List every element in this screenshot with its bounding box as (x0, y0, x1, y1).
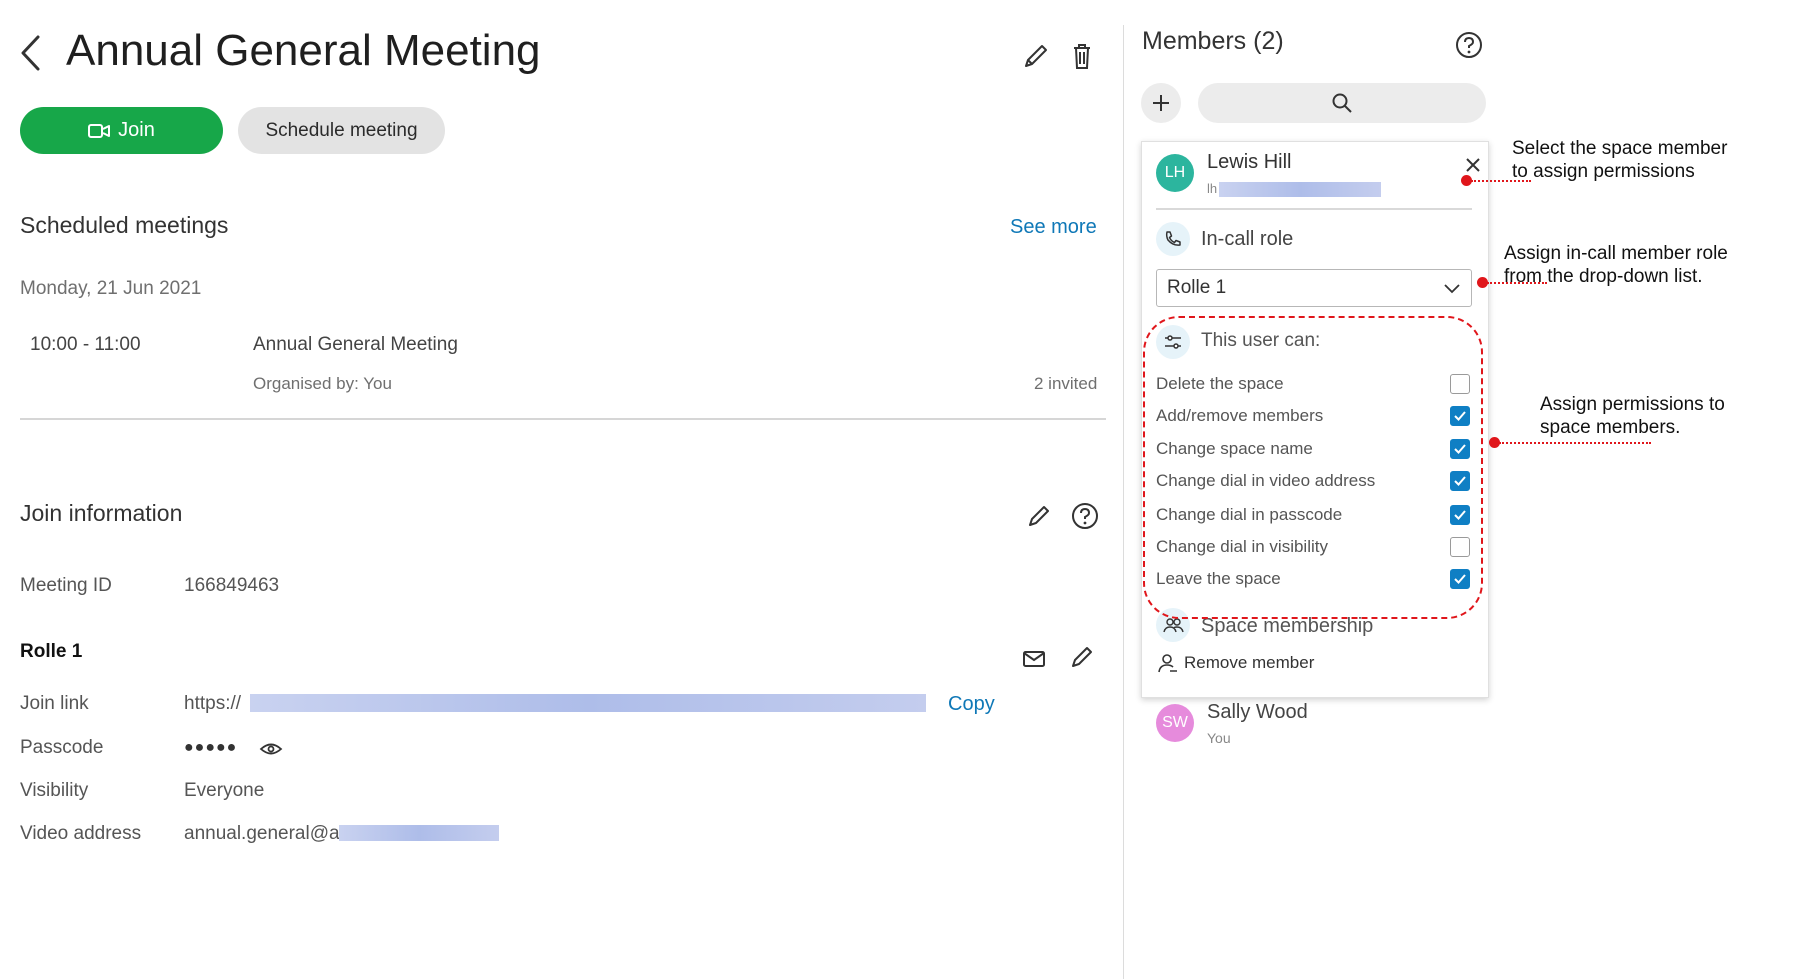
page-title: Annual General Meeting (66, 26, 541, 75)
schedule-meeting-button[interactable]: Schedule meeting (238, 107, 445, 154)
email-icon[interactable] (1022, 650, 1046, 668)
visibility-label: Visibility (20, 780, 89, 801)
role-dropdown-value: Rolle 1 (1167, 277, 1227, 298)
annotation-assign-permissions: Assign permissions to space members. (1540, 393, 1725, 439)
close-icon[interactable] (1464, 156, 1482, 174)
role-heading: Rolle 1 (20, 641, 83, 662)
meeting-id-value: 166849463 (184, 575, 280, 596)
chevron-down-icon (1443, 282, 1461, 294)
edit-pencil-icon[interactable] (1026, 503, 1052, 529)
copy-link-button[interactable]: Copy (948, 693, 995, 716)
edit-pencil-icon[interactable] (1069, 644, 1095, 670)
member-list-item[interactable] (1148, 698, 1478, 762)
meeting-invited-count: 2 invited (1034, 374, 1098, 393)
annotation-line: Assign permissions to (1540, 394, 1725, 415)
back-chevron-icon[interactable] (18, 33, 44, 73)
edit-pencil-icon[interactable] (1021, 40, 1049, 72)
selected-member-name: Lewis Hill (1207, 151, 1292, 173)
annotation-line: from the drop-down list. (1504, 266, 1703, 287)
redacted-video-address (339, 825, 499, 841)
section-divider (20, 418, 1106, 420)
see-more-link[interactable]: See more (1010, 216, 1097, 239)
annotation-line: Select the space member (1512, 138, 1728, 159)
annotation-assign-role: Assign in-call member role from the drop… (1504, 242, 1728, 288)
add-member-button[interactable] (1141, 83, 1181, 123)
visibility-value: Everyone (184, 780, 265, 801)
remove-member-button[interactable]: Remove member (1156, 652, 1314, 674)
video-camera-icon (88, 123, 111, 139)
help-icon[interactable] (1071, 502, 1099, 530)
remove-person-icon (1156, 652, 1178, 674)
join-link-value: https:// (184, 693, 242, 714)
selected-member-email: lh (1207, 181, 1218, 196)
redacted-join-link (250, 694, 926, 712)
join-link-label: Join link (20, 693, 89, 714)
permissions-highlight-box (1143, 316, 1483, 619)
join-label: Join (118, 119, 155, 141)
video-address-label: Video address (20, 823, 142, 844)
pane-divider (1123, 25, 1124, 979)
member-subtitle: You (1207, 730, 1231, 746)
delete-trash-icon[interactable] (1070, 40, 1094, 72)
role-dropdown[interactable]: Rolle 1 (1156, 269, 1472, 307)
card-divider (1156, 208, 1472, 210)
video-address-value: annual.general@a (184, 823, 340, 844)
avatar: SW (1156, 704, 1194, 742)
search-icon (1331, 92, 1353, 114)
annotation-line: to assign permissions (1512, 161, 1695, 182)
member-search-input[interactable] (1198, 83, 1486, 123)
annotation-line: space members. (1540, 417, 1681, 438)
show-passcode-eye-icon[interactable] (259, 740, 283, 758)
member-name: Sally Wood (1207, 701, 1308, 723)
help-icon[interactable] (1455, 31, 1483, 59)
redacted-email (1219, 182, 1381, 197)
annotation-leader-line (1499, 442, 1651, 444)
meeting-date: Monday, 21 Jun 2021 (20, 278, 202, 299)
join-information-heading: Join information (20, 500, 183, 526)
avatar: LH (1156, 154, 1194, 192)
meeting-time: 10:00 - 11:00 (30, 334, 141, 355)
annotation-select-member: Select the space member to assign permis… (1512, 137, 1727, 183)
meeting-id-label: Meeting ID (20, 575, 112, 596)
annotation-line: Assign in-call member role (1504, 243, 1728, 264)
meeting-organiser: Organised by: You (253, 374, 392, 393)
incall-role-label: In-call role (1201, 228, 1294, 250)
passcode-label: Passcode (20, 737, 104, 758)
join-button[interactable]: Join (20, 107, 223, 154)
remove-member-label: Remove member (1184, 653, 1315, 672)
members-heading: Members (2) (1142, 27, 1284, 55)
phone-role-icon (1156, 222, 1190, 256)
scheduled-meetings-heading: Scheduled meetings (20, 212, 229, 238)
passcode-masked-value: ●●●●● (184, 739, 238, 756)
meeting-title[interactable]: Annual General Meeting (253, 334, 458, 356)
plus-icon (1151, 93, 1171, 113)
